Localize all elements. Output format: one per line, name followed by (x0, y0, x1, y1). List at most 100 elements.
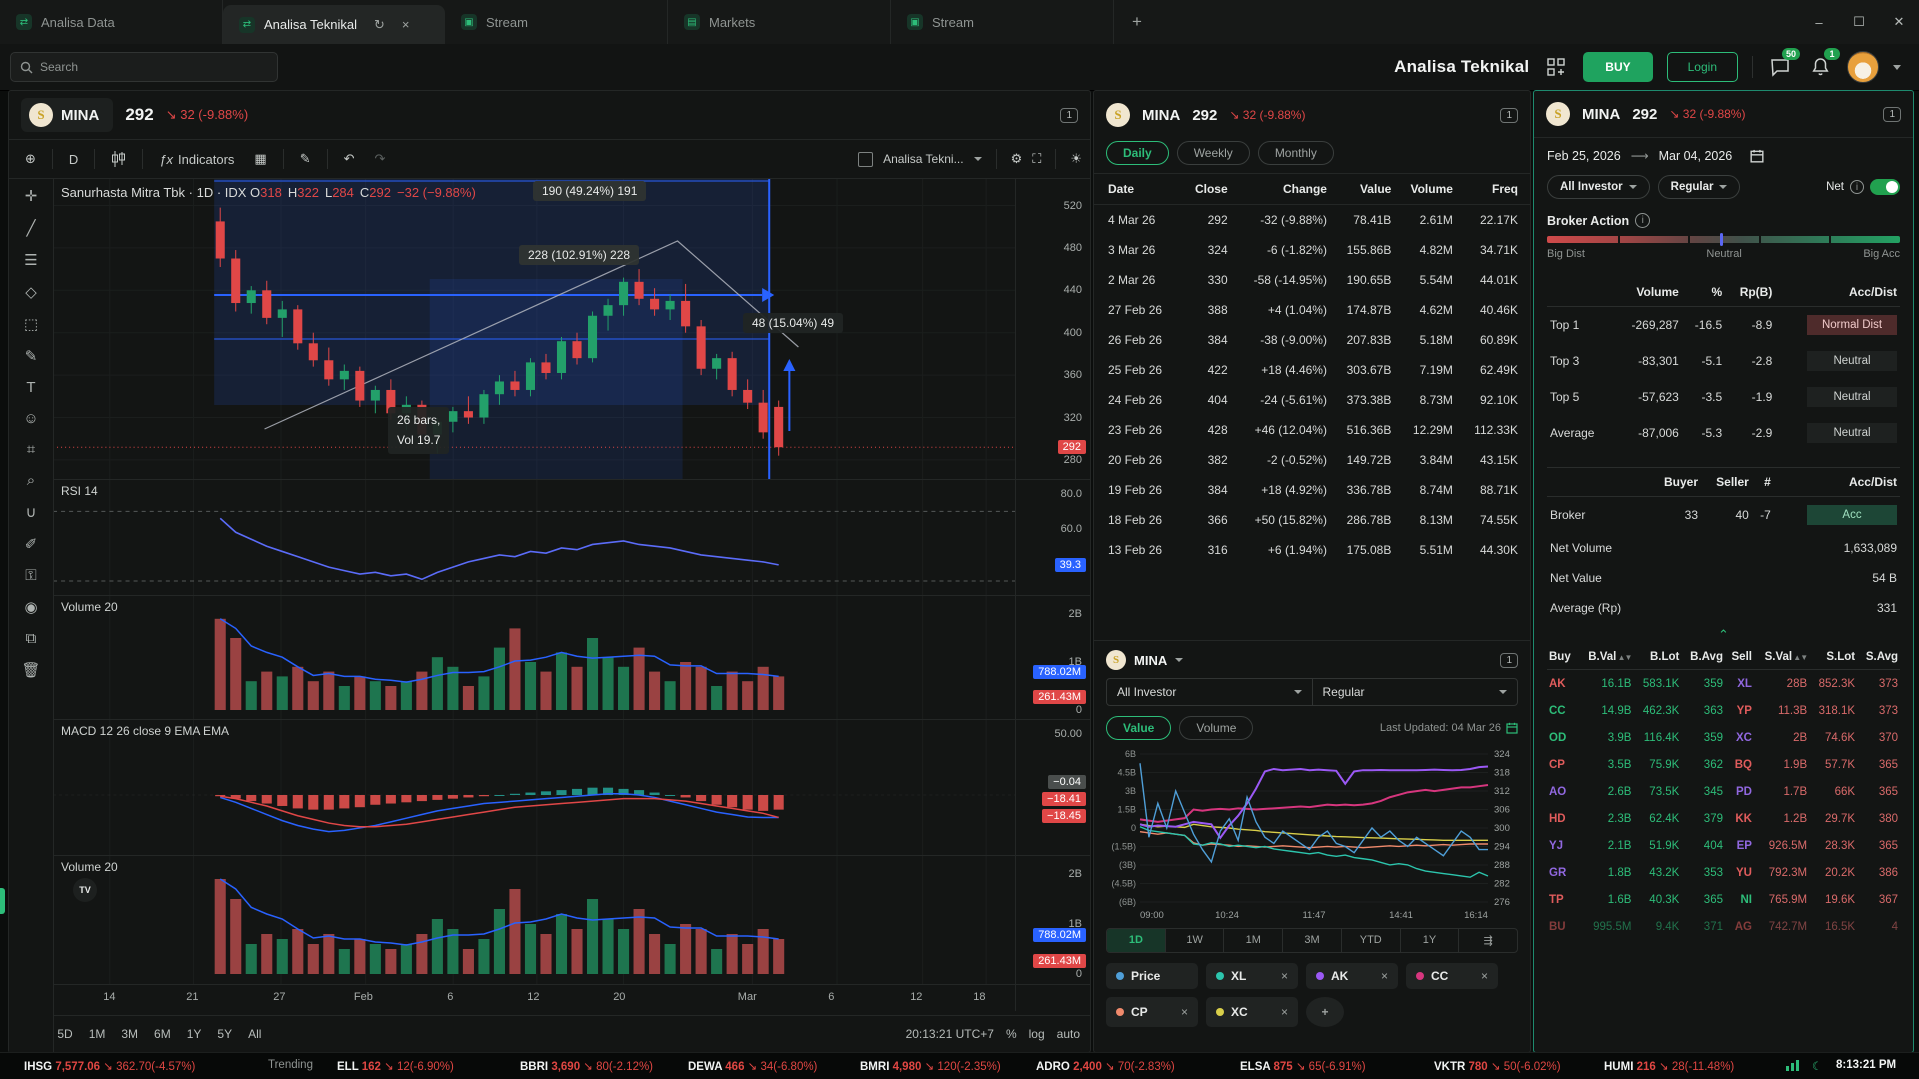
login-button[interactable]: Login (1666, 52, 1738, 82)
chart-legend[interactable]: Sanurhasta Mitra Tbk · 1D · IDX O318 H322… (61, 185, 476, 200)
close-tab-icon[interactable]: × (402, 17, 410, 32)
ticker-bbri[interactable]: BBRI 3,690 ↘ 80(-2.12%) (520, 1059, 653, 1073)
column-header-date[interactable]: Date (1094, 173, 1182, 205)
pattern-icon[interactable]: ◇ (25, 283, 37, 301)
cell-sell-code[interactable]: AG (1725, 913, 1754, 940)
trash-icon[interactable]: 🗑 (21, 661, 40, 679)
maximize-button[interactable]: ☐ (1839, 0, 1879, 44)
volume-label[interactable]: Volume 20 (61, 600, 118, 614)
series-chip-cp[interactable]: CP × (1106, 997, 1198, 1027)
add-symbol-icon[interactable]: ⊕ (17, 147, 44, 171)
column-header-sell[interactable]: Sell (1724, 645, 1754, 670)
layout-count-badge[interactable]: 1 (1060, 107, 1078, 123)
apps-grid-icon[interactable] (1543, 54, 1569, 80)
new-tab-button[interactable]: + (1114, 0, 1160, 44)
remove-series-icon[interactable]: × (1381, 969, 1388, 983)
column-header-volume[interactable]: Volume (1395, 173, 1457, 205)
table-row[interactable]: 23 Feb 26 428 +46 (12.04%) 516.36B 12.29M 112… (1094, 415, 1530, 445)
table-row[interactable]: 26 Feb 26 384 -38 (-9.00%) 207.83B 5.18M 60.8… (1094, 325, 1530, 355)
range-3m[interactable]: 3M (114, 1023, 145, 1045)
series-chip-ak[interactable]: AK × (1306, 963, 1398, 989)
browser-tab-markets[interactable]: ▤ Markets (668, 0, 891, 44)
ticker-bmri[interactable]: BMRI 4,980 ↘ 120(-2.35%) (860, 1059, 1001, 1073)
crosshair-icon[interactable]: ✛ (25, 187, 38, 205)
column-header-buy[interactable]: Buy (1547, 645, 1578, 670)
cell-buy-code[interactable]: CC (1547, 697, 1577, 724)
browser-tab-stream[interactable]: ▣ Stream (891, 0, 1114, 44)
chevron-down-icon[interactable] (973, 157, 982, 161)
cell-sell-code[interactable]: XC (1725, 724, 1754, 751)
investor-select[interactable]: All Investor (1107, 679, 1313, 705)
volume-pill[interactable]: Volume (1179, 716, 1254, 740)
browser-tab-analisa-data[interactable]: ⇄ Analisa Data (0, 0, 223, 44)
cell-buy-code[interactable]: HD (1547, 805, 1577, 832)
investor-select[interactable]: All Investor (1547, 175, 1650, 199)
net-toggle[interactable] (1870, 179, 1900, 195)
pane-plot-vol2[interactable]: Volume 20 (53, 856, 1015, 984)
cell-buy-code[interactable]: OD (1547, 724, 1577, 751)
chevron-down-icon[interactable] (1175, 658, 1184, 662)
cell-sell-code[interactable]: BQ (1725, 751, 1754, 778)
tab-monthly[interactable]: Monthly (1257, 141, 1334, 165)
value-pill[interactable]: Value (1106, 716, 1172, 740)
close-button[interactable]: ✕ (1879, 0, 1919, 44)
avatar[interactable] (1847, 51, 1879, 83)
side-notch[interactable] (0, 888, 5, 914)
remove-series-icon[interactable]: × (1281, 1005, 1288, 1019)
chat-icon[interactable]: 50 (1767, 48, 1800, 80)
table-row[interactable]: 4 Mar 26 292 -32 (-9.88%) 78.41B 2.61M 22.17K (1094, 205, 1530, 236)
collapse-chevron-icon[interactable]: ⌃ (1547, 627, 1900, 643)
candle-style-icon[interactable] (103, 147, 134, 171)
series-chip-xc[interactable]: XC × (1206, 997, 1298, 1027)
column-header-b-avg[interactable]: B.Avg (1681, 645, 1725, 670)
column-header-close[interactable]: Close (1181, 173, 1232, 205)
panel-count-badge[interactable]: 1 (1500, 107, 1518, 123)
template-select[interactable]: Analisa Tekni... (883, 152, 964, 166)
table-row[interactable]: 13 Feb 26 316 +6 (1.94%) 175.08B 5.51M 44.30K (1094, 535, 1530, 565)
search-input[interactable]: Search (10, 52, 278, 82)
rsi-label[interactable]: RSI 14 (61, 484, 98, 498)
range-5y[interactable]: 5Y (210, 1023, 239, 1045)
price-axis-rsi[interactable]: 80.0 60.0 39.3 (1015, 480, 1090, 595)
undo-icon[interactable]: ↶ (336, 147, 363, 171)
pane-plot-vol1[interactable]: Volume 20 (53, 596, 1015, 719)
table-row[interactable]: 25 Feb 26 422 +18 (4.46%) 303.67B 7.19M 62.49… (1094, 355, 1530, 385)
cell-buy-code[interactable]: AO (1547, 778, 1577, 805)
range-all[interactable]: All (241, 1023, 268, 1045)
board-select[interactable]: Regular (1313, 679, 1518, 705)
tradingview-logo[interactable]: TV (73, 878, 97, 902)
cell-buy-code[interactable]: YJ (1547, 832, 1577, 859)
browser-tab-analisa-teknikal[interactable]: ⇄ Analisa Teknikal ↻ × (223, 5, 445, 44)
eye-icon[interactable]: ◉ (24, 598, 37, 616)
settings-icon[interactable]: ⚙ (1011, 151, 1023, 167)
cell-sell-code[interactable]: YU (1725, 859, 1754, 886)
zoom-icon[interactable]: ⌕ (27, 472, 35, 489)
column-header-value[interactable]: Value (1330, 173, 1396, 205)
trendline-icon[interactable]: ╱ (26, 219, 35, 237)
symbol-pill[interactable]: S MINA (21, 98, 114, 132)
range-1y[interactable]: 1Y (180, 1023, 209, 1045)
bell-icon[interactable]: 1 (1807, 48, 1840, 80)
column-header-b-val[interactable]: B.Val ▲▼ (1577, 645, 1634, 670)
column-header-change[interactable]: Change (1231, 173, 1331, 205)
layout-grid-icon[interactable]: ▦ (246, 147, 274, 171)
table-row[interactable]: 3 Mar 26 324 -6 (-1.82%) 155.86B 4.82M 34.71K (1094, 235, 1530, 265)
cell-buy-code[interactable]: CP (1547, 751, 1577, 778)
fib-icon[interactable]: ☰ (24, 251, 37, 269)
table-row[interactable]: 2 Mar 26 330 -58 (-14.95%) 190.65B 5.54M 44.0… (1094, 265, 1530, 295)
column-header-b-lot[interactable]: B.Lot (1633, 645, 1682, 670)
panel-count-badge[interactable]: 1 (1883, 106, 1901, 122)
ticker-elsa[interactable]: ELSA 875 ↘ 65(-6.91%) (1240, 1059, 1366, 1073)
emoji-icon[interactable]: ☺ (23, 410, 38, 427)
auto-scale-button[interactable]: auto (1057, 1027, 1080, 1041)
column-header-s-avg[interactable]: S.Avg (1857, 645, 1900, 670)
fullscreen-icon[interactable]: ⛶ (1032, 151, 1041, 167)
range-6m[interactable]: 6M (147, 1023, 178, 1045)
table-row[interactable]: 18 Feb 26 366 +50 (15.82%) 286.78B 8.13M 74.5… (1094, 505, 1530, 535)
cell-sell-code[interactable]: XL (1725, 670, 1754, 698)
series-chip-xl[interactable]: XL × (1206, 963, 1298, 989)
remove-series-icon[interactable]: × (1281, 969, 1288, 983)
cell-sell-code[interactable]: EP (1725, 832, 1754, 859)
indicators-button[interactable]: ƒx Indicators (151, 148, 242, 171)
magnet-icon[interactable]: ∪ (26, 503, 37, 521)
